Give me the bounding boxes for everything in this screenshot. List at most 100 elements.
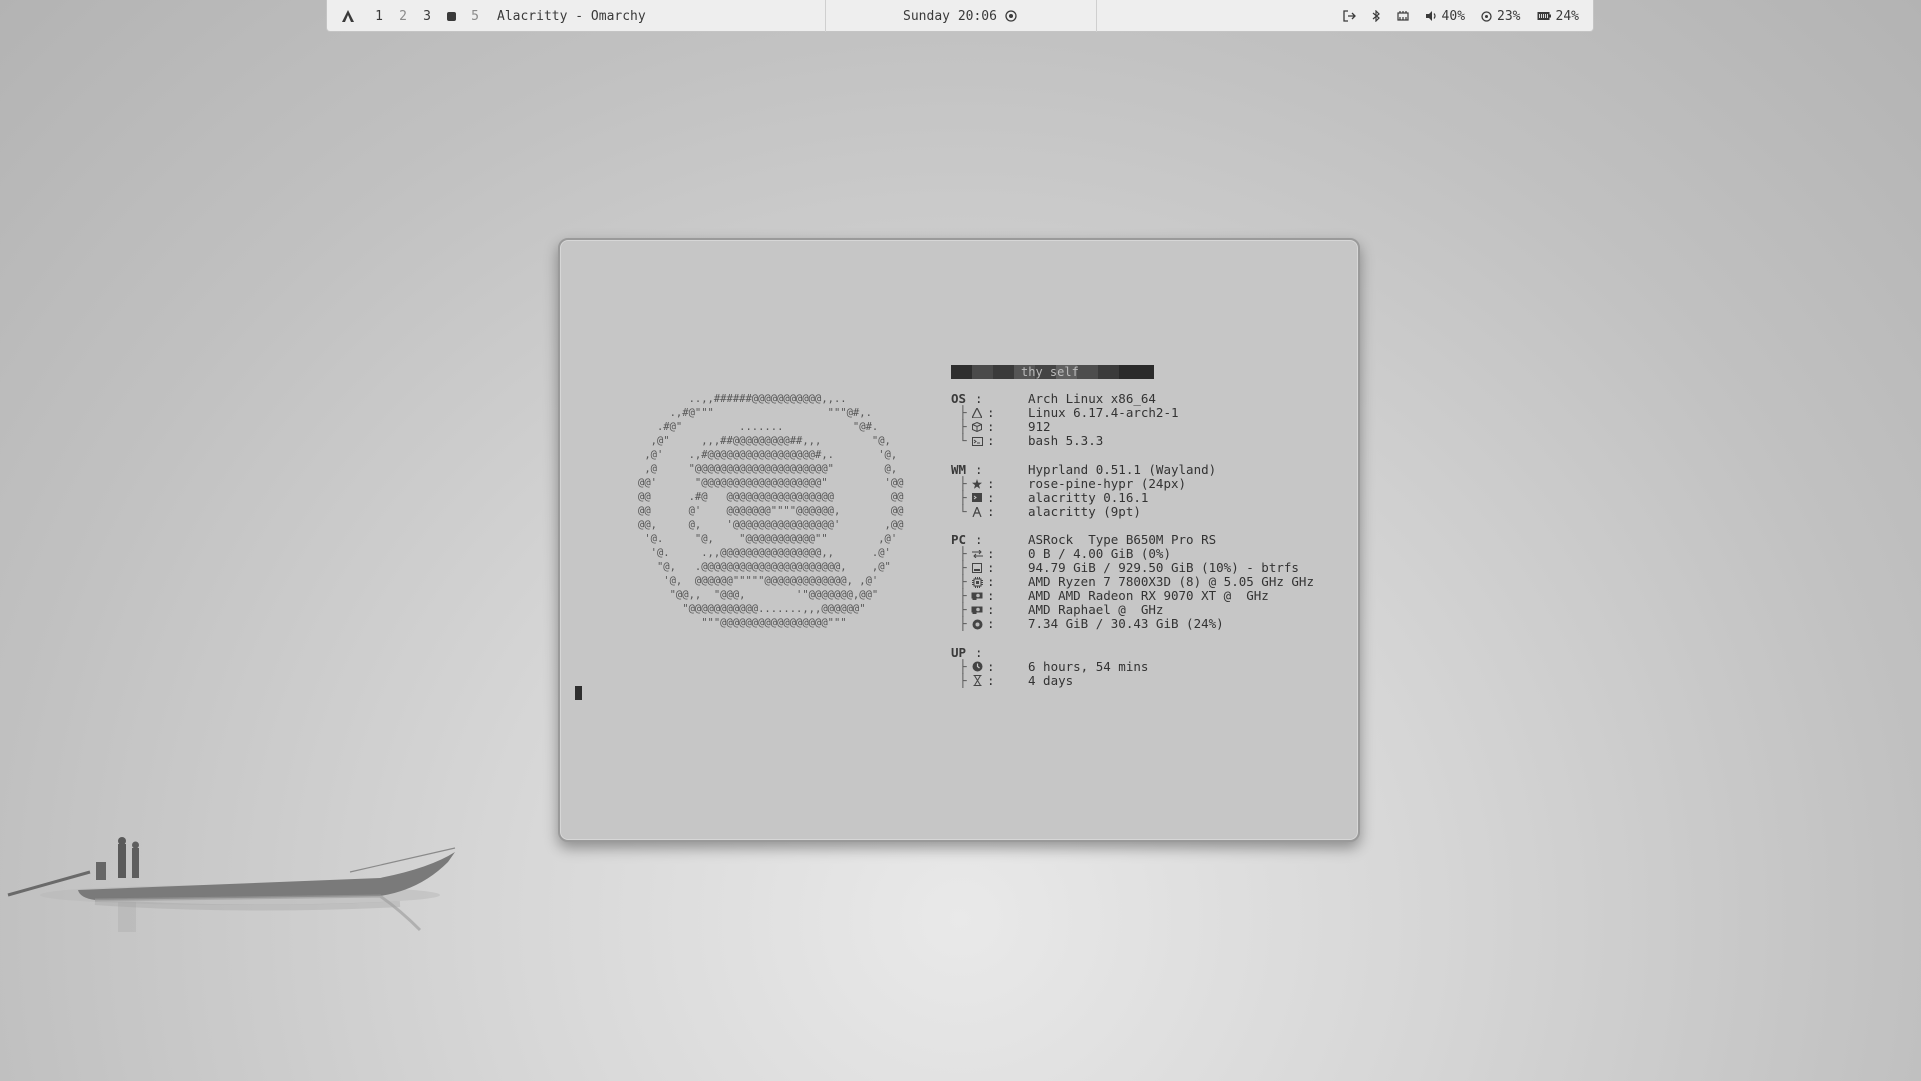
colon: : <box>987 616 995 631</box>
info-value: 912 <box>1028 419 1051 434</box>
wallpaper-boat-image <box>7 837 456 932</box>
bar-divider <box>1096 0 1097 32</box>
info-value: 7.34 GiB / 30.43 GiB (24%) <box>1028 616 1224 631</box>
network-icon[interactable] <box>1396 10 1409 22</box>
tree-branch: ├ <box>959 560 967 575</box>
colon: : <box>975 532 983 547</box>
section-key: WM <box>951 461 967 477</box>
info-value: AMD Raphael @ GHz <box>1028 602 1164 617</box>
volume-value: 40% <box>1441 8 1466 24</box>
bar-right: 40% 23% 24% <box>1342 0 1579 32</box>
bar-left: 1 2 3 5 Alacritty - Omarchy <box>341 0 646 32</box>
colon: : <box>987 560 995 575</box>
info-value: alacritty 0.16.1 <box>1028 489 1149 505</box>
tree-branch: ├ <box>959 616 967 631</box>
colon: : <box>987 489 995 505</box>
info-value: rose-pine-hypr (24px) <box>1028 475 1187 491</box>
hourglass-icon <box>971 675 983 687</box>
star-icon <box>971 478 983 490</box>
arch-icon <box>971 407 983 419</box>
volume-status[interactable]: 40% <box>1425 9 1465 24</box>
package-icon <box>971 421 983 433</box>
tree-branch: └ <box>959 433 967 448</box>
uptime-icon <box>971 661 983 673</box>
colon: : <box>987 602 995 617</box>
gpu-icon <box>971 590 983 602</box>
info-value: ASRock Type B650M Pro RS <box>1028 532 1217 547</box>
workspace-2[interactable]: 2 <box>391 9 415 24</box>
top-bar: 1 2 3 5 Alacritty - Omarchy Sunday 20:06… <box>326 0 1594 32</box>
gpu-icon <box>971 604 983 616</box>
bluetooth-icon[interactable] <box>1372 10 1381 22</box>
workspace-3[interactable]: 3 <box>415 9 439 24</box>
tree-branch: ├ <box>959 574 967 589</box>
colon: : <box>987 546 995 561</box>
info-value: 6 hours, 54 mins <box>1028 658 1149 674</box>
swap-icon <box>971 548 983 560</box>
workspace-4-active[interactable] <box>439 11 463 21</box>
active-workspace-indicator <box>446 11 456 21</box>
banner-text: thy self <box>1021 365 1079 379</box>
info-value: Arch Linux x86_64 <box>1028 391 1156 406</box>
clock[interactable]: Sunday 20:06 <box>903 9 997 24</box>
battery-status[interactable]: 24% <box>1537 9 1579 24</box>
logout-icon[interactable] <box>1342 10 1356 22</box>
terminal-cursor <box>575 686 582 700</box>
colon: : <box>987 433 995 448</box>
terminal-icon <box>971 492 983 504</box>
info-value: 94.79 GiB / 929.50 GiB (10%) - btrfs <box>1028 560 1299 575</box>
info-value: 4 days <box>1028 672 1074 688</box>
battery-icon <box>1537 11 1551 21</box>
tree-branch: ├ <box>959 658 967 674</box>
colon: : <box>987 672 995 688</box>
alacritty-terminal-window[interactable]: ..,,######@@@@@@@@@@@,,.. .,#@""" """@#,… <box>558 238 1360 842</box>
tree-branch: ├ <box>959 602 967 617</box>
colon: : <box>975 391 983 406</box>
section-key: OS <box>951 391 967 406</box>
tree-branch: ├ <box>959 672 967 688</box>
tree-branch: └ <box>959 503 967 519</box>
info-value: Linux 6.17.4-arch2-1 <box>1028 405 1179 420</box>
info-value: alacritty (9pt) <box>1028 503 1141 519</box>
font-icon <box>971 506 983 518</box>
tree-branch: ├ <box>959 546 967 561</box>
tree-branch: ├ <box>959 489 967 505</box>
disk-icon <box>971 562 983 574</box>
tree-branch: ├ <box>959 588 967 603</box>
tree-branch: ├ <box>959 405 967 420</box>
omarchy-logo-icon[interactable] <box>341 9 355 23</box>
volume-icon <box>1425 10 1437 22</box>
info-value: bash 5.3.3 <box>1028 433 1104 448</box>
cpu-icon <box>1481 10 1492 22</box>
colon: : <box>987 475 995 491</box>
info-value: Hyprland 0.51.1 (Wayland) <box>1028 461 1217 477</box>
colon: : <box>987 658 995 674</box>
shell-icon <box>971 435 983 447</box>
workspace-1[interactable]: 1 <box>367 9 391 24</box>
info-value: 0 B / 4.00 GiB (0%) <box>1028 546 1171 561</box>
info-value: AMD AMD Radeon RX 9070 XT @ GHz <box>1028 588 1269 603</box>
colon: : <box>987 419 995 434</box>
colon: : <box>975 461 983 477</box>
section-key: UP <box>951 644 967 660</box>
cpu-status[interactable]: 23% <box>1481 8 1521 24</box>
colon: : <box>987 574 995 589</box>
workspace-5[interactable]: 5 <box>463 9 487 24</box>
info-value: AMD Ryzen 7 7800X3D (8) @ 5.05 GHz GHz <box>1028 574 1314 589</box>
memory-icon <box>971 618 983 630</box>
battery-value: 24% <box>1555 8 1579 24</box>
colon: : <box>987 588 995 603</box>
tree-branch: ├ <box>959 475 967 491</box>
cpu-value: 23% <box>1497 8 1521 24</box>
window-title: Alacritty - Omarchy <box>497 8 646 24</box>
cpu-chip-icon <box>971 576 983 588</box>
colon: : <box>987 405 995 420</box>
screen-record-icon[interactable] <box>1005 10 1017 22</box>
tree-branch: ├ <box>959 419 967 434</box>
colon: : <box>987 503 995 519</box>
fastfetch-banner: thy self <box>951 365 1154 379</box>
fastfetch-ascii-logo: ..,,######@@@@@@@@@@@,,.. .,#@""" """@#,… <box>638 393 904 629</box>
bar-divider <box>825 0 826 32</box>
colon: : <box>975 644 983 660</box>
section-key: PC <box>951 532 967 547</box>
